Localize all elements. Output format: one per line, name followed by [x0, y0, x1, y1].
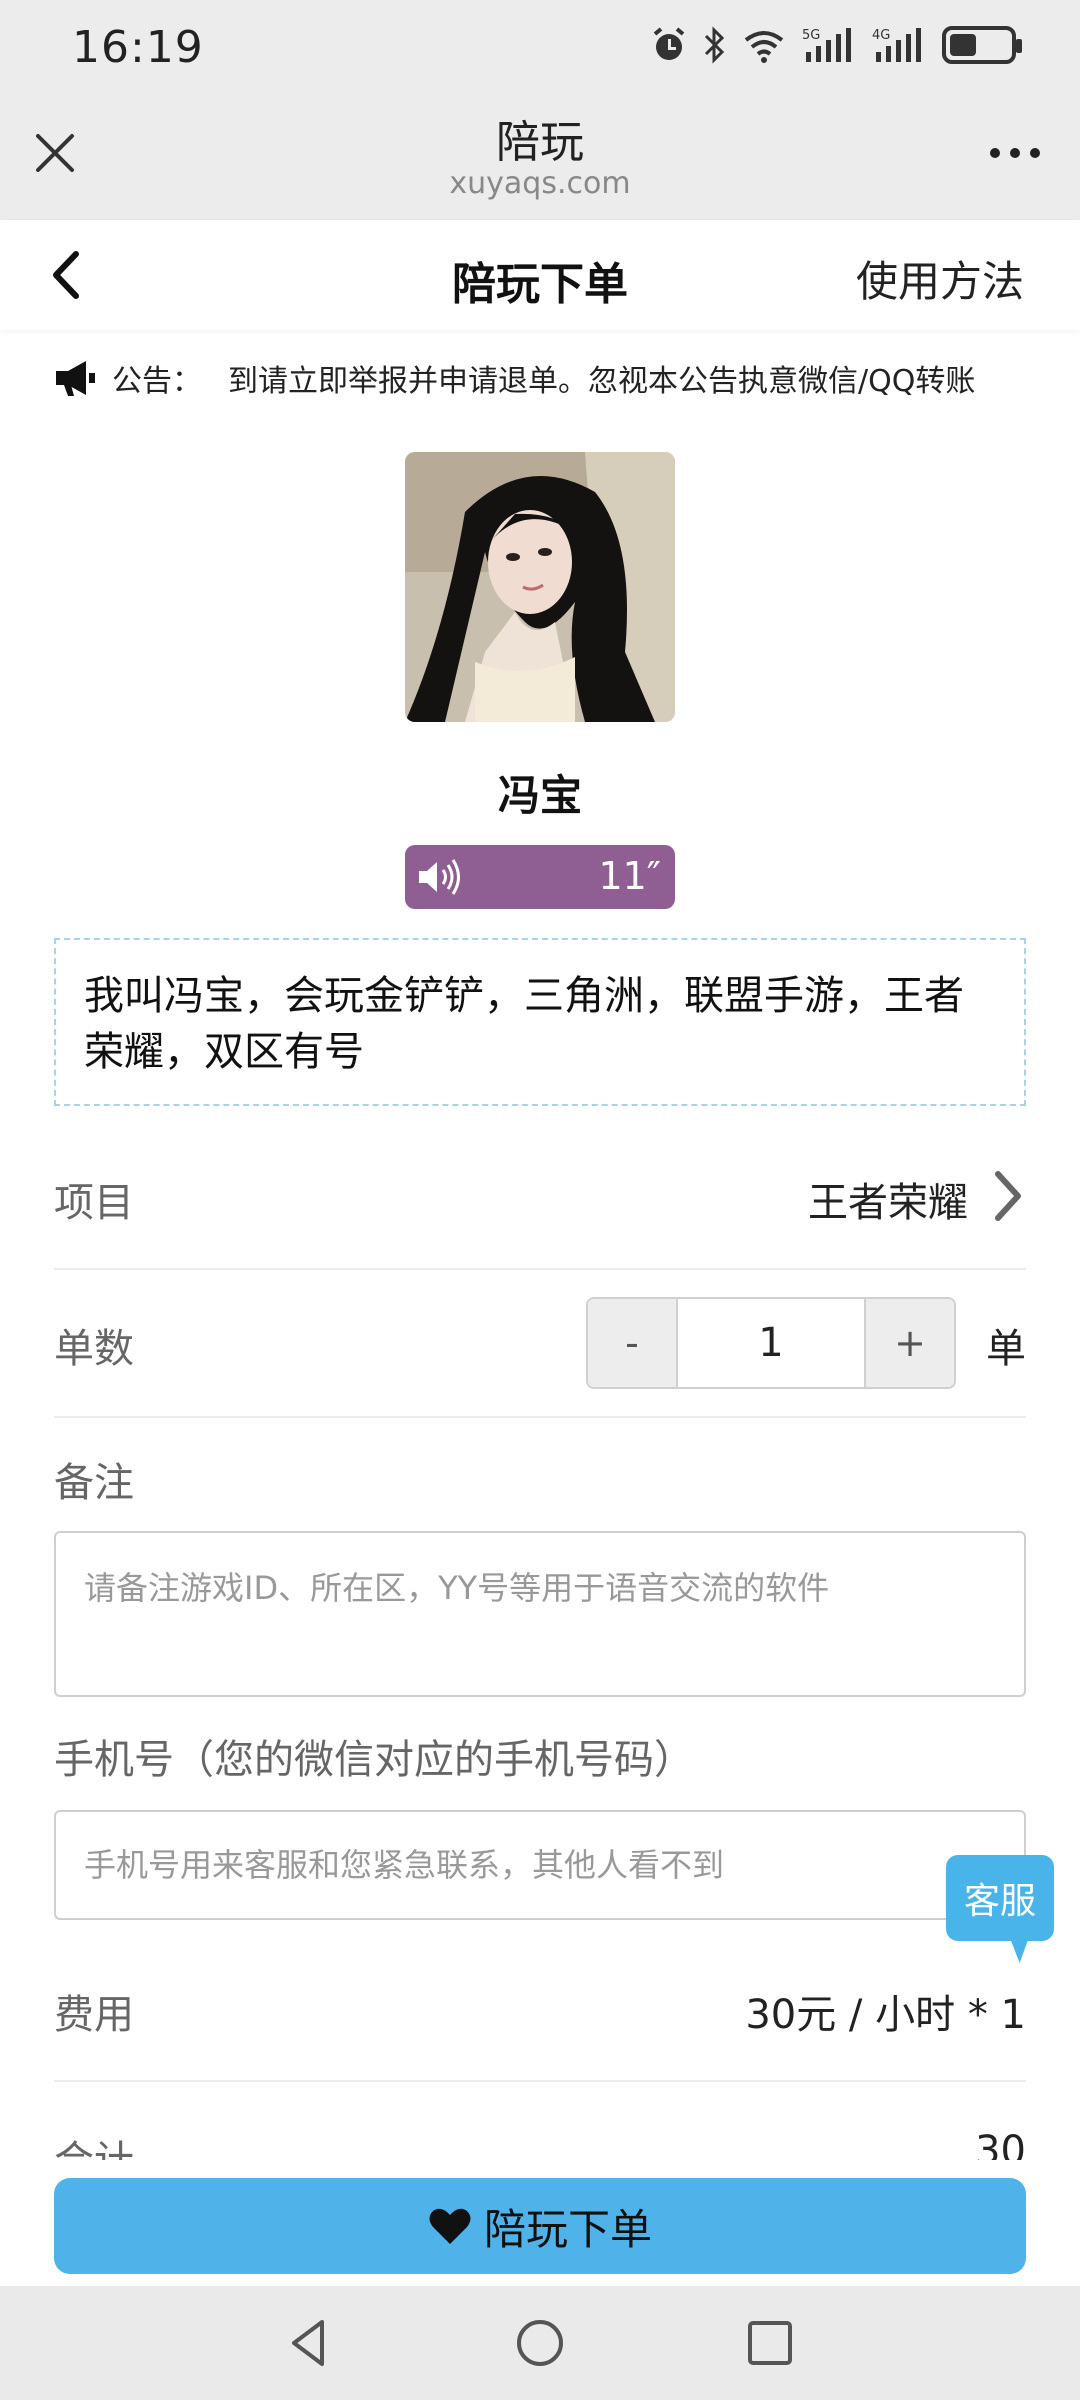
more-menu-icon[interactable]: [990, 148, 1040, 158]
remark-label: 备注: [54, 1460, 134, 1506]
browser-header: 陪玩 xuyaqs.com: [0, 98, 1080, 220]
phone-label: 手机号（您的微信对应的手机号码）: [54, 1737, 694, 1783]
megaphone-icon: [56, 361, 95, 396]
heart-icon: [429, 2208, 471, 2244]
browser-title: 陪玩: [496, 117, 584, 168]
signal-5g-icon: 5G: [802, 28, 851, 62]
speaker-icon: [419, 859, 460, 895]
companion-name: 冯宝: [497, 771, 582, 820]
quantity-stepper: - 1 +: [586, 1297, 956, 1389]
status-time: 16:19: [72, 22, 204, 73]
place-order-label: 陪玩下单: [483, 2204, 652, 2254]
divider: [54, 1268, 1026, 1270]
status-bar: 16:19 5G 4G: [0, 0, 1080, 98]
notice-text: 到请立即举报并申请退单。忽视本公告执意微信/QQ转账: [228, 364, 976, 399]
voice-intro-button[interactable]: 11″: [405, 845, 675, 909]
status-icons: 5G 4G: [652, 26, 1022, 64]
nav-back-icon[interactable]: [282, 2316, 336, 2370]
project-value[interactable]: 王者荣耀: [808, 1170, 968, 1228]
count-unit: 单: [986, 1326, 1026, 1372]
divider: [54, 2080, 1026, 2082]
increment-button[interactable]: +: [866, 1299, 954, 1387]
signal-4g-icon: 4G: [872, 28, 921, 62]
notice-label: 公告：: [112, 364, 202, 399]
svg-text:5G: 5G: [802, 28, 820, 43]
companion-photo: [405, 452, 675, 722]
divider: [54, 1416, 1026, 1418]
wifi-6-icon: [744, 31, 784, 63]
project-label: 项目: [54, 1180, 134, 1226]
voice-duration: 11″: [598, 854, 661, 898]
alarm-icon: [653, 27, 685, 60]
bluetooth-icon: [704, 26, 725, 64]
quantity-input[interactable]: 1: [676, 1299, 866, 1387]
system-nav-bar: [0, 2286, 1080, 2400]
svg-text:4G: 4G: [872, 28, 890, 43]
nav-home-icon[interactable]: [513, 2316, 567, 2370]
battery-icon: [942, 26, 1022, 64]
phone-input[interactable]: 手机号用来客服和您紧急联系，其他人看不到: [54, 1810, 1026, 1920]
companion-intro: 我叫冯宝，会玩金铲铲，三角洲，联盟手游，王者荣耀，双区有号: [54, 938, 1026, 1106]
notice-bar: 公告： 到请立即举报并申请退单。忽视本公告执意微信/QQ转账: [54, 354, 1026, 402]
decrement-button[interactable]: -: [588, 1299, 676, 1387]
page-nav-bar: 陪玩下单 使用方法: [0, 220, 1080, 330]
remark-textarea[interactable]: 请备注游戏ID、所在区，YY号等用于语音交流的软件: [54, 1531, 1026, 1697]
customer-service-button[interactable]: 客服: [946, 1855, 1054, 1941]
browser-url: xuyaqs.com: [449, 166, 631, 201]
fee-label: 费用: [54, 1992, 134, 2038]
count-label: 单数: [54, 1326, 134, 1372]
place-order-button[interactable]: 陪玩下单: [54, 2178, 1026, 2274]
usage-help-link[interactable]: 使用方法: [856, 248, 1024, 309]
nav-recents-icon[interactable]: [743, 2316, 797, 2370]
chevron-right-icon[interactable]: [990, 1168, 1026, 1224]
fee-value: 30元 / 小时 * 1: [745, 1992, 1026, 2038]
